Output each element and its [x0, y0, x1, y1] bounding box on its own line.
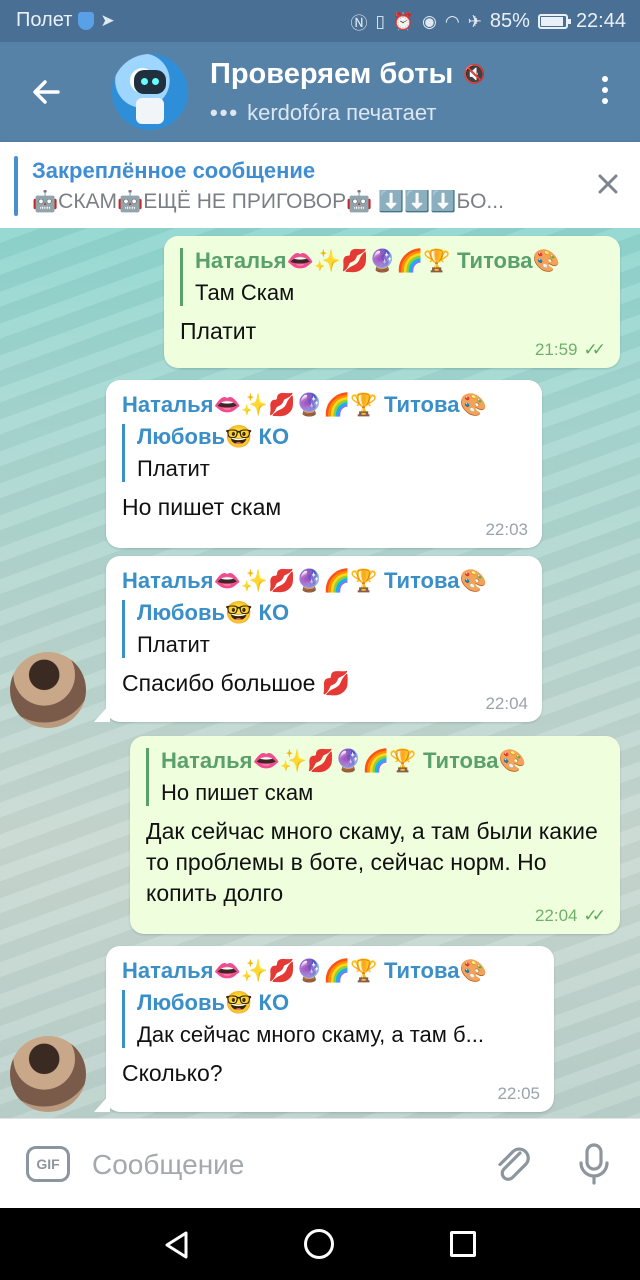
message-meta: 22:05 — [497, 1084, 540, 1104]
alarm-icon: ⏰ — [392, 11, 414, 31]
triangle-back-icon — [165, 1231, 188, 1259]
message-time: 22:04 — [534, 906, 578, 925]
nfc-icon: Ⓝ — [350, 14, 368, 33]
message-bubble-incoming[interactable]: Наталья👄✨💋🔮🌈🏆 Титова🎨 Любовь🤓 КО Платит … — [106, 380, 542, 548]
nav-recents-button[interactable] — [450, 1231, 476, 1257]
chat-title[interactable]: Проверяем боты 🔇 — [210, 58, 486, 91]
reply-text: Там Скам — [195, 280, 295, 305]
reply-quote[interactable]: Любовь🤓 КО Дак сейчас много скаму, а там… — [122, 990, 538, 1048]
clock: 22:44 — [575, 10, 626, 32]
message-bubble-incoming[interactable]: Наталья👄✨💋🔮🌈🏆 Титова🎨 Любовь🤓 КО Дак сей… — [106, 946, 554, 1112]
gif-button[interactable]: GIF — [26, 1146, 70, 1182]
sender-name[interactable]: Наталья👄✨💋🔮🌈🏆 Титова🎨 — [122, 958, 538, 984]
message-meta: 22:04 — [485, 694, 528, 714]
message-list[interactable]: Наталья👄✨💋🔮🌈🏆 Титова🎨 Там Скам Платит 21… — [0, 228, 640, 1118]
back-button[interactable] — [26, 72, 66, 112]
battery-icon — [537, 14, 571, 29]
chat-header: Проверяем боты 🔇 ••• kerdofóra печатает — [0, 42, 640, 142]
reply-quote[interactable]: Наталья👄✨💋🔮🌈🏆 Титова🎨 Но пишет скам — [146, 748, 604, 806]
message-bubble-outgoing[interactable]: Наталья👄✨💋🔮🌈🏆 Титова🎨 Но пишет скам Дак … — [130, 736, 620, 934]
telegram-icon: ➤ — [100, 10, 115, 30]
nav-back-button[interactable] — [162, 1230, 192, 1260]
sender-name[interactable]: Наталья👄✨💋🔮🌈🏆 Титова🎨 — [122, 568, 526, 594]
microphone-icon — [579, 1143, 609, 1185]
message-bubble-outgoing[interactable]: Наталья👄✨💋🔮🌈🏆 Титова🎨 Там Скам Платит 21… — [164, 236, 620, 368]
voice-message-button[interactable] — [572, 1141, 616, 1187]
message-text: Но пишет скам — [122, 494, 282, 520]
arrow-left-icon — [33, 80, 60, 104]
reply-author: Любовь🤓 КО — [137, 990, 290, 1015]
sender-name[interactable]: Наталья👄✨💋🔮🌈🏆 Титова🎨 — [122, 392, 526, 418]
message-text: Дак сейчас много скаму, а там были какие… — [146, 818, 598, 906]
message-meta: 22:03 — [485, 520, 528, 540]
message-input[interactable] — [92, 1147, 462, 1183]
vpn-shield-icon — [78, 11, 95, 30]
robot-face-icon — [134, 70, 166, 94]
message-time: 21:59 — [534, 340, 578, 359]
message-meta: 21:59 ✓✓ — [535, 340, 606, 360]
reply-quote[interactable]: Любовь🤓 КО Платит — [122, 600, 526, 658]
battery-percent: 85% — [489, 10, 530, 32]
airplane-icon: ✈ — [467, 11, 482, 31]
reply-quote[interactable]: Наталья👄✨💋🔮🌈🏆 Титова🎨 Там Скам — [180, 248, 604, 306]
composer-bar: GIF — [0, 1118, 640, 1208]
carrier-label: Полет — [16, 9, 73, 31]
vibrate-icon: ▯ — [375, 11, 385, 31]
message-time: 22:03 — [485, 520, 528, 539]
message-meta: 22:04 ✓✓ — [535, 906, 606, 926]
message-text: Спасибо большое 💋 — [122, 670, 351, 696]
pinned-title: Закреплённое сообщение — [32, 158, 316, 183]
group-avatar[interactable] — [112, 54, 188, 130]
read-checkmarks-icon: ✓✓ — [583, 340, 606, 359]
user-avatar[interactable] — [10, 652, 86, 728]
reply-text: Дак сейчас много скаму, а там б... — [137, 1022, 484, 1047]
attach-button[interactable] — [490, 1141, 536, 1187]
reply-author: Любовь🤓 КО — [137, 424, 290, 449]
message-text: Сколько? — [122, 1060, 223, 1086]
reply-author: Наталья👄✨💋🔮🌈🏆 Титова🎨 — [161, 748, 526, 773]
typing-status: ••• kerdofóra печатает — [210, 100, 436, 126]
message-time: 22:04 — [485, 694, 528, 713]
message-time: 22:05 — [497, 1084, 540, 1103]
reply-text: Платит — [137, 632, 210, 657]
status-bar: Полет ➤ Ⓝ ▯ ⏰ ◉ ◠ ✈ 85% 22:44 — [0, 0, 640, 42]
user-avatar[interactable] — [10, 1036, 86, 1112]
read-checkmarks-icon: ✓✓ — [583, 906, 606, 925]
nav-home-button[interactable] — [304, 1229, 334, 1259]
reply-text: Но пишет скам — [161, 780, 314, 805]
chat-title-text: Проверяем боты — [210, 58, 454, 90]
typing-status-text: kerdofóra печатает — [247, 100, 437, 125]
wifi-icon: ◠ — [444, 11, 460, 31]
reply-quote[interactable]: Любовь🤓 КО Платит — [122, 424, 526, 482]
message-bubble-incoming[interactable]: Наталья👄✨💋🔮🌈🏆 Титова🎨 Любовь🤓 КО Платит … — [106, 556, 542, 722]
close-pinned-button[interactable] — [594, 170, 622, 198]
pinned-text: 🤖СКАМ🤖ЕЩЁ НЕ ПРИГОВОР🤖 ⬇️⬇️⬇️БО... — [32, 190, 504, 213]
reply-author: Наталья👄✨💋🔮🌈🏆 Титова🎨 — [195, 248, 560, 273]
muted-icon: 🔇 — [463, 64, 486, 84]
paperclip-icon — [498, 1147, 530, 1181]
eye-comfort-icon: ◉ — [421, 11, 437, 31]
typing-dots-icon: ••• — [210, 100, 240, 125]
reply-author: Любовь🤓 КО — [137, 600, 290, 625]
more-menu-button[interactable] — [600, 76, 610, 108]
close-icon — [598, 174, 618, 194]
reply-text: Платит — [137, 456, 210, 481]
system-navigation-bar — [0, 1208, 640, 1280]
pinned-message[interactable]: Закреплённое сообщение 🤖СКАМ🤖ЕЩЁ НЕ ПРИГ… — [0, 142, 640, 228]
